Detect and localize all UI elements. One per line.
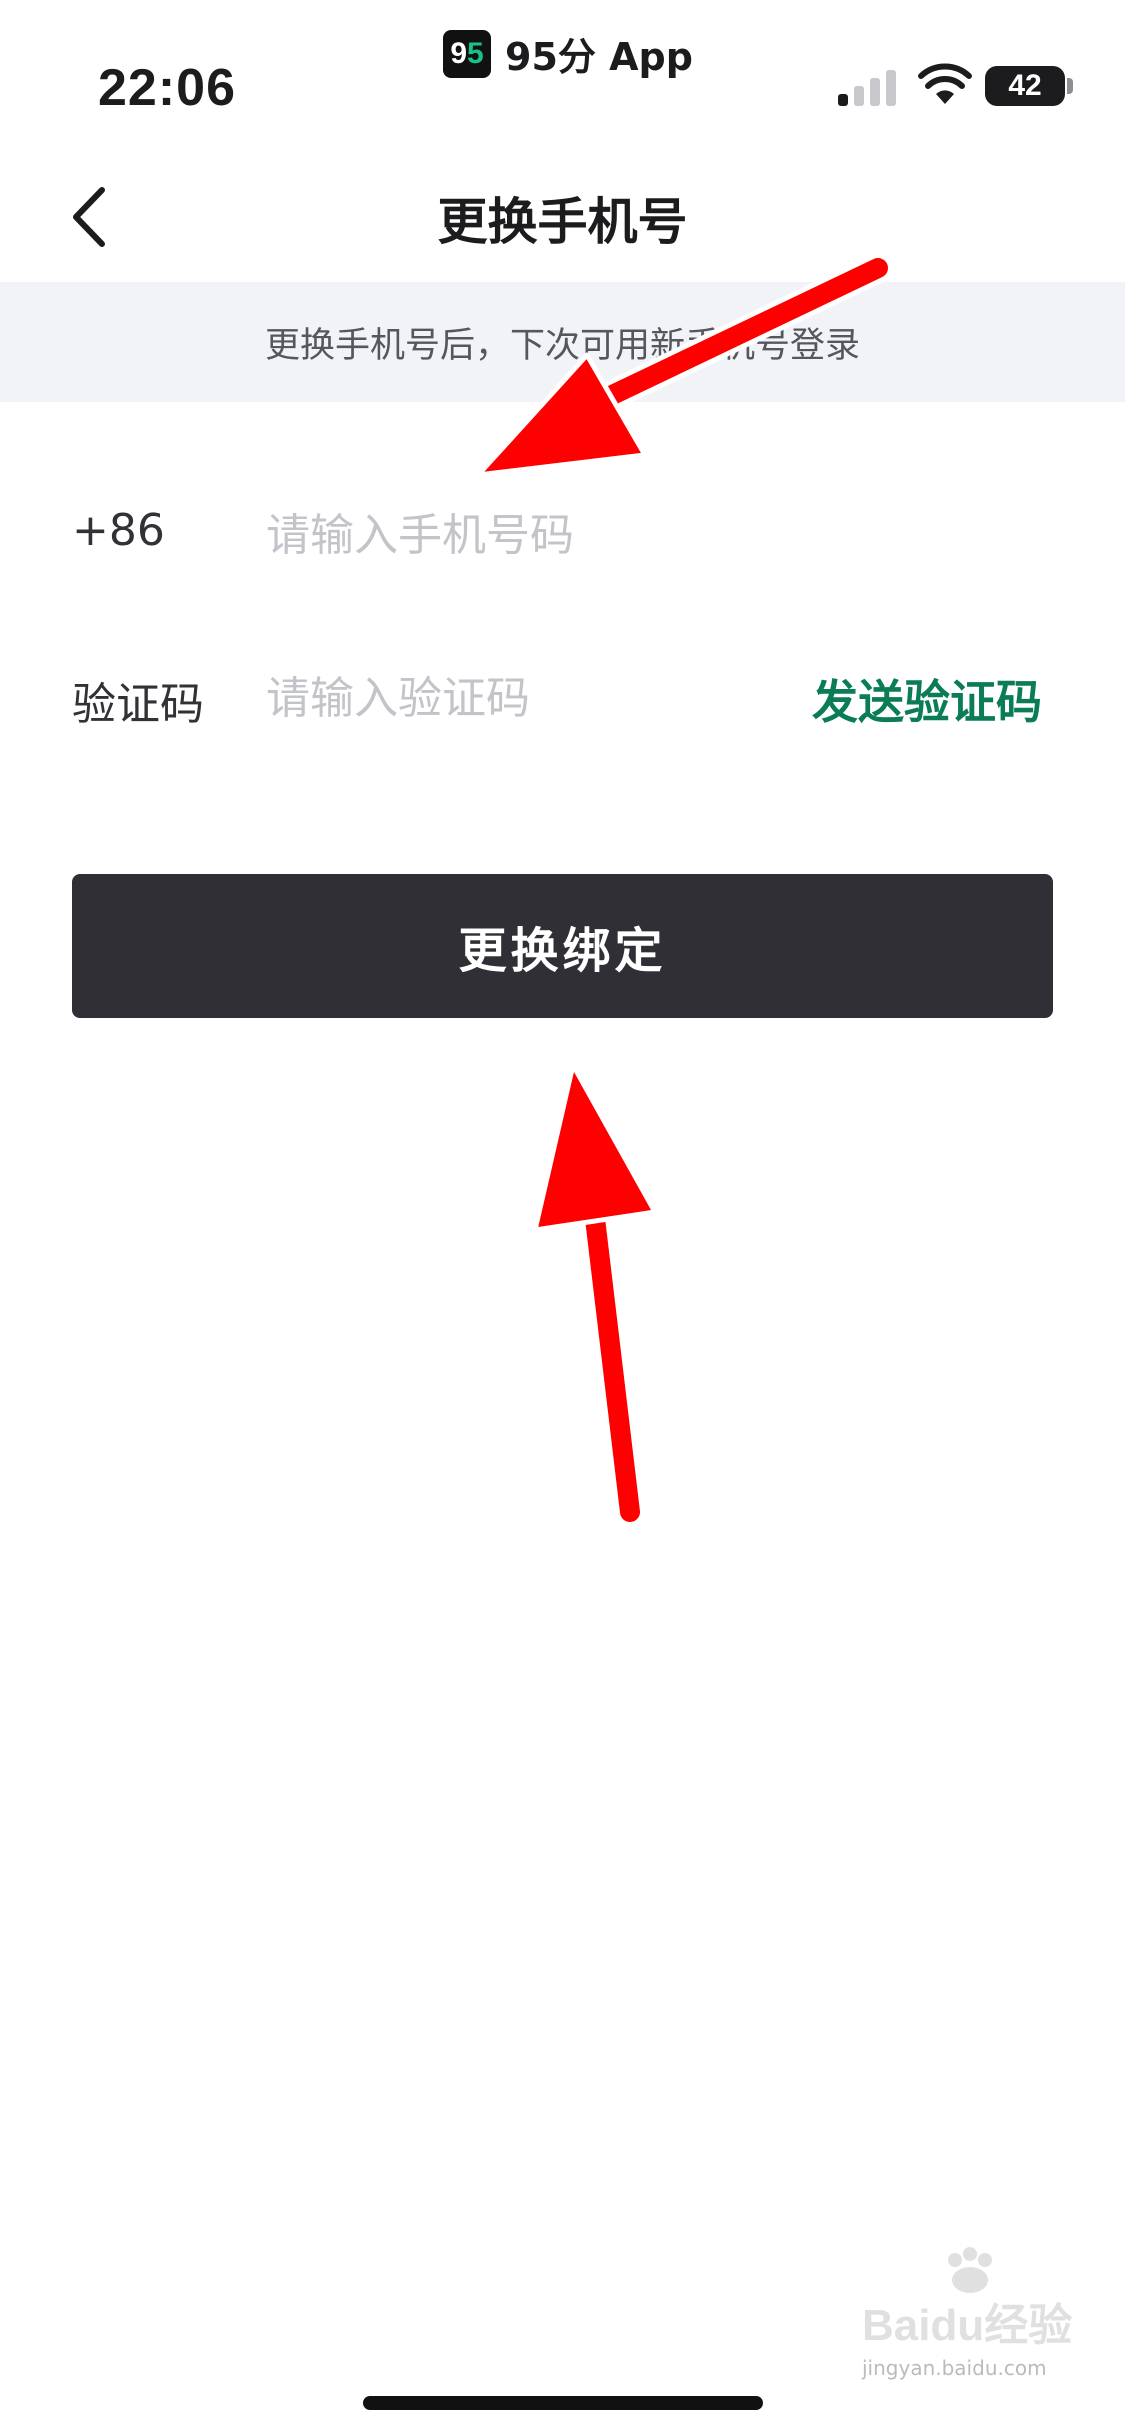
battery-nub <box>1067 78 1073 94</box>
verification-code-input[interactable] <box>266 658 786 738</box>
app-icon-digit-1: 9 <box>450 36 467 70</box>
app-icon: 95 <box>443 29 491 78</box>
watermark-url: jingyan.baidu.com <box>862 2356 1047 2380</box>
home-indicator[interactable] <box>363 2396 763 2410</box>
notice-text: 更换手机号后，下次可用新手机号登录 <box>264 325 860 366</box>
country-code[interactable]: +86 <box>72 505 165 556</box>
watermark-logo-text: Baidu经验 <box>862 2301 1072 2350</box>
app-source-name: 95分 App <box>505 35 693 79</box>
change-binding-button[interactable]: 更换绑定 <box>72 874 1053 1018</box>
verification-code-label: 验证码 <box>72 679 204 730</box>
status-time: 22:06 <box>98 59 236 117</box>
wifi-icon <box>918 63 972 104</box>
phone-number-input[interactable] <box>266 495 1046 575</box>
page-title: 更换手机号 <box>437 193 688 251</box>
send-code-button[interactable]: 发送验证码 <box>812 666 1042 732</box>
battery-icon: 42 <box>985 66 1065 106</box>
notice-banner: 更换手机号后，下次可用新手机号登录 <box>0 282 1125 402</box>
baidu-watermark-logo: Baidu经验 <box>862 2247 1072 2350</box>
app-icon-digit-2: 5 <box>467 36 484 70</box>
cellular-signal-icon <box>838 66 896 106</box>
change-binding-label: 更换绑定 <box>458 923 667 979</box>
app-source-badge[interactable]: 95 95分 App <box>443 26 693 81</box>
chevron-left-icon[interactable] <box>62 182 122 252</box>
arrow-annotation-bottom <box>532 1062 658 1527</box>
